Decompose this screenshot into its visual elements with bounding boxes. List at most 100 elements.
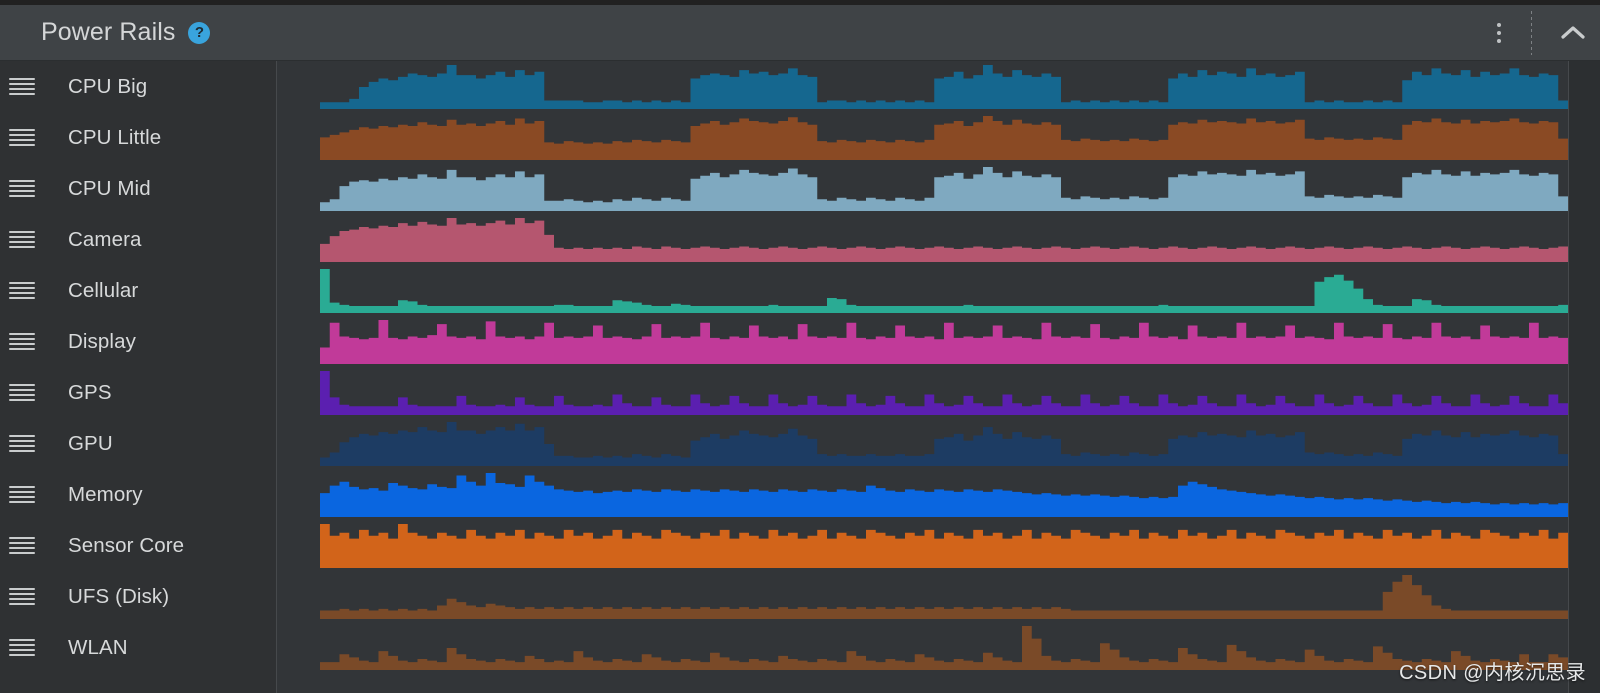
drag-handle-line: [9, 88, 35, 90]
drag-handle-line: [9, 435, 35, 437]
track-label-row[interactable]: Memory: [0, 469, 276, 520]
track-area-chart: [320, 524, 1568, 568]
drag-handle-line: [9, 195, 35, 197]
track-name-label: GPS: [68, 380, 112, 404]
drag-handle-line: [9, 333, 35, 335]
drag-handle-line: [9, 486, 35, 488]
drag-handle-line: [9, 144, 35, 146]
drag-handle-icon[interactable]: [9, 229, 35, 251]
help-circle-icon[interactable]: ?: [188, 21, 211, 44]
drag-handle-line: [9, 542, 35, 544]
drag-handle-line: [9, 180, 35, 182]
drag-handle-line: [9, 644, 35, 646]
track-chart-row[interactable]: [277, 214, 1568, 265]
track-name-label: CPU Little: [68, 125, 162, 149]
drag-handle-line: [9, 241, 35, 243]
drag-handle-line: [9, 593, 35, 595]
track-label-row[interactable]: Sensor Core: [0, 520, 276, 571]
track-chart-row[interactable]: [277, 61, 1568, 112]
drag-handle-icon[interactable]: [9, 637, 35, 659]
track-area-chart: [320, 167, 1568, 211]
track-label-row[interactable]: CPU Little: [0, 112, 276, 163]
kebab-dot: [1497, 22, 1501, 27]
track-label-row[interactable]: Cellular: [0, 265, 276, 316]
track-chart-row[interactable]: [277, 469, 1568, 520]
track-chart-row[interactable]: [277, 265, 1568, 316]
drag-handle-icon[interactable]: [9, 178, 35, 200]
page-title: Power Rails: [41, 18, 176, 46]
track-chart-row[interactable]: [277, 622, 1568, 673]
track-label-row[interactable]: UFS (Disk): [0, 571, 276, 622]
track-chart-row[interactable]: [277, 520, 1568, 571]
track-area-chart: [320, 575, 1568, 619]
area-series-cpu-little: [320, 116, 1568, 160]
chevron-up-icon[interactable]: [1546, 5, 1600, 61]
drag-handle-icon[interactable]: [9, 535, 35, 557]
drag-handle-line: [9, 649, 35, 651]
drag-handle-line: [9, 440, 35, 442]
track-area-chart: [320, 626, 1568, 670]
header-actions: [1477, 5, 1600, 60]
area-series-gps: [320, 371, 1568, 415]
drag-handle-line: [9, 338, 35, 340]
drag-handle-line: [9, 78, 35, 80]
drag-handle-line: [9, 450, 35, 452]
drag-handle-line: [9, 445, 35, 447]
drag-handle-line: [9, 190, 35, 192]
drag-handle-icon[interactable]: [9, 331, 35, 353]
power-rails-panel: Power Rails ? CPU Big CPU Little CPU Mid Ca…: [0, 0, 1600, 693]
area-series-camera: [320, 218, 1568, 262]
area-series-sensor-core: [320, 524, 1568, 568]
track-chart-panel[interactable]: [277, 61, 1600, 693]
track-chart-row[interactable]: [277, 163, 1568, 214]
track-label-row[interactable]: CPU Mid: [0, 163, 276, 214]
track-name-label: Display: [68, 329, 136, 353]
track-label-row[interactable]: Camera: [0, 214, 276, 265]
drag-handle-line: [9, 491, 35, 493]
vertical-scrollbar-gutter[interactable]: [1568, 61, 1600, 693]
drag-handle-icon[interactable]: [9, 586, 35, 608]
track-area-chart: [320, 422, 1568, 466]
track-label-row[interactable]: GPU: [0, 418, 276, 469]
drag-handle-icon[interactable]: [9, 280, 35, 302]
drag-handle-line: [9, 384, 35, 386]
drag-handle-line: [9, 389, 35, 391]
drag-handle-icon[interactable]: [9, 382, 35, 404]
track-label-row[interactable]: Display: [0, 316, 276, 367]
drag-handle-icon[interactable]: [9, 76, 35, 98]
drag-handle-line: [9, 343, 35, 345]
track-chart-row[interactable]: [277, 316, 1568, 367]
drag-handle-line: [9, 399, 35, 401]
area-series-display: [320, 320, 1568, 364]
track-area-chart: [320, 218, 1568, 262]
drag-handle-line: [9, 654, 35, 656]
track-chart-row[interactable]: [277, 367, 1568, 418]
drag-handle-line: [9, 348, 35, 350]
drag-handle-line: [9, 603, 35, 605]
track-label-row[interactable]: CPU Big: [0, 61, 276, 112]
drag-handle-icon[interactable]: [9, 433, 35, 455]
drag-handle-icon[interactable]: [9, 127, 35, 149]
track-name-label: Cellular: [68, 278, 139, 302]
track-chart-row[interactable]: [277, 418, 1568, 469]
drag-handle-line: [9, 83, 35, 85]
area-series-memory: [320, 473, 1568, 517]
kebab-dot: [1497, 30, 1501, 35]
drag-handle-line: [9, 639, 35, 641]
drag-handle-line: [9, 282, 35, 284]
kebab-menu-icon[interactable]: [1477, 5, 1521, 61]
drag-handle-icon[interactable]: [9, 484, 35, 506]
track-area-chart: [320, 473, 1568, 517]
track-area-chart: [320, 371, 1568, 415]
track-name-label: GPU: [68, 431, 113, 455]
track-chart-row[interactable]: [277, 571, 1568, 622]
drag-handle-line: [9, 129, 35, 131]
track-area-chart: [320, 65, 1568, 109]
track-label-row[interactable]: GPS: [0, 367, 276, 418]
track-chart-row[interactable]: [277, 112, 1568, 163]
drag-handle-line: [9, 552, 35, 554]
track-label-row[interactable]: WLAN: [0, 622, 276, 673]
track-name-label: CPU Mid: [68, 176, 151, 200]
drag-handle-line: [9, 231, 35, 233]
area-series-cellular: [320, 269, 1568, 313]
